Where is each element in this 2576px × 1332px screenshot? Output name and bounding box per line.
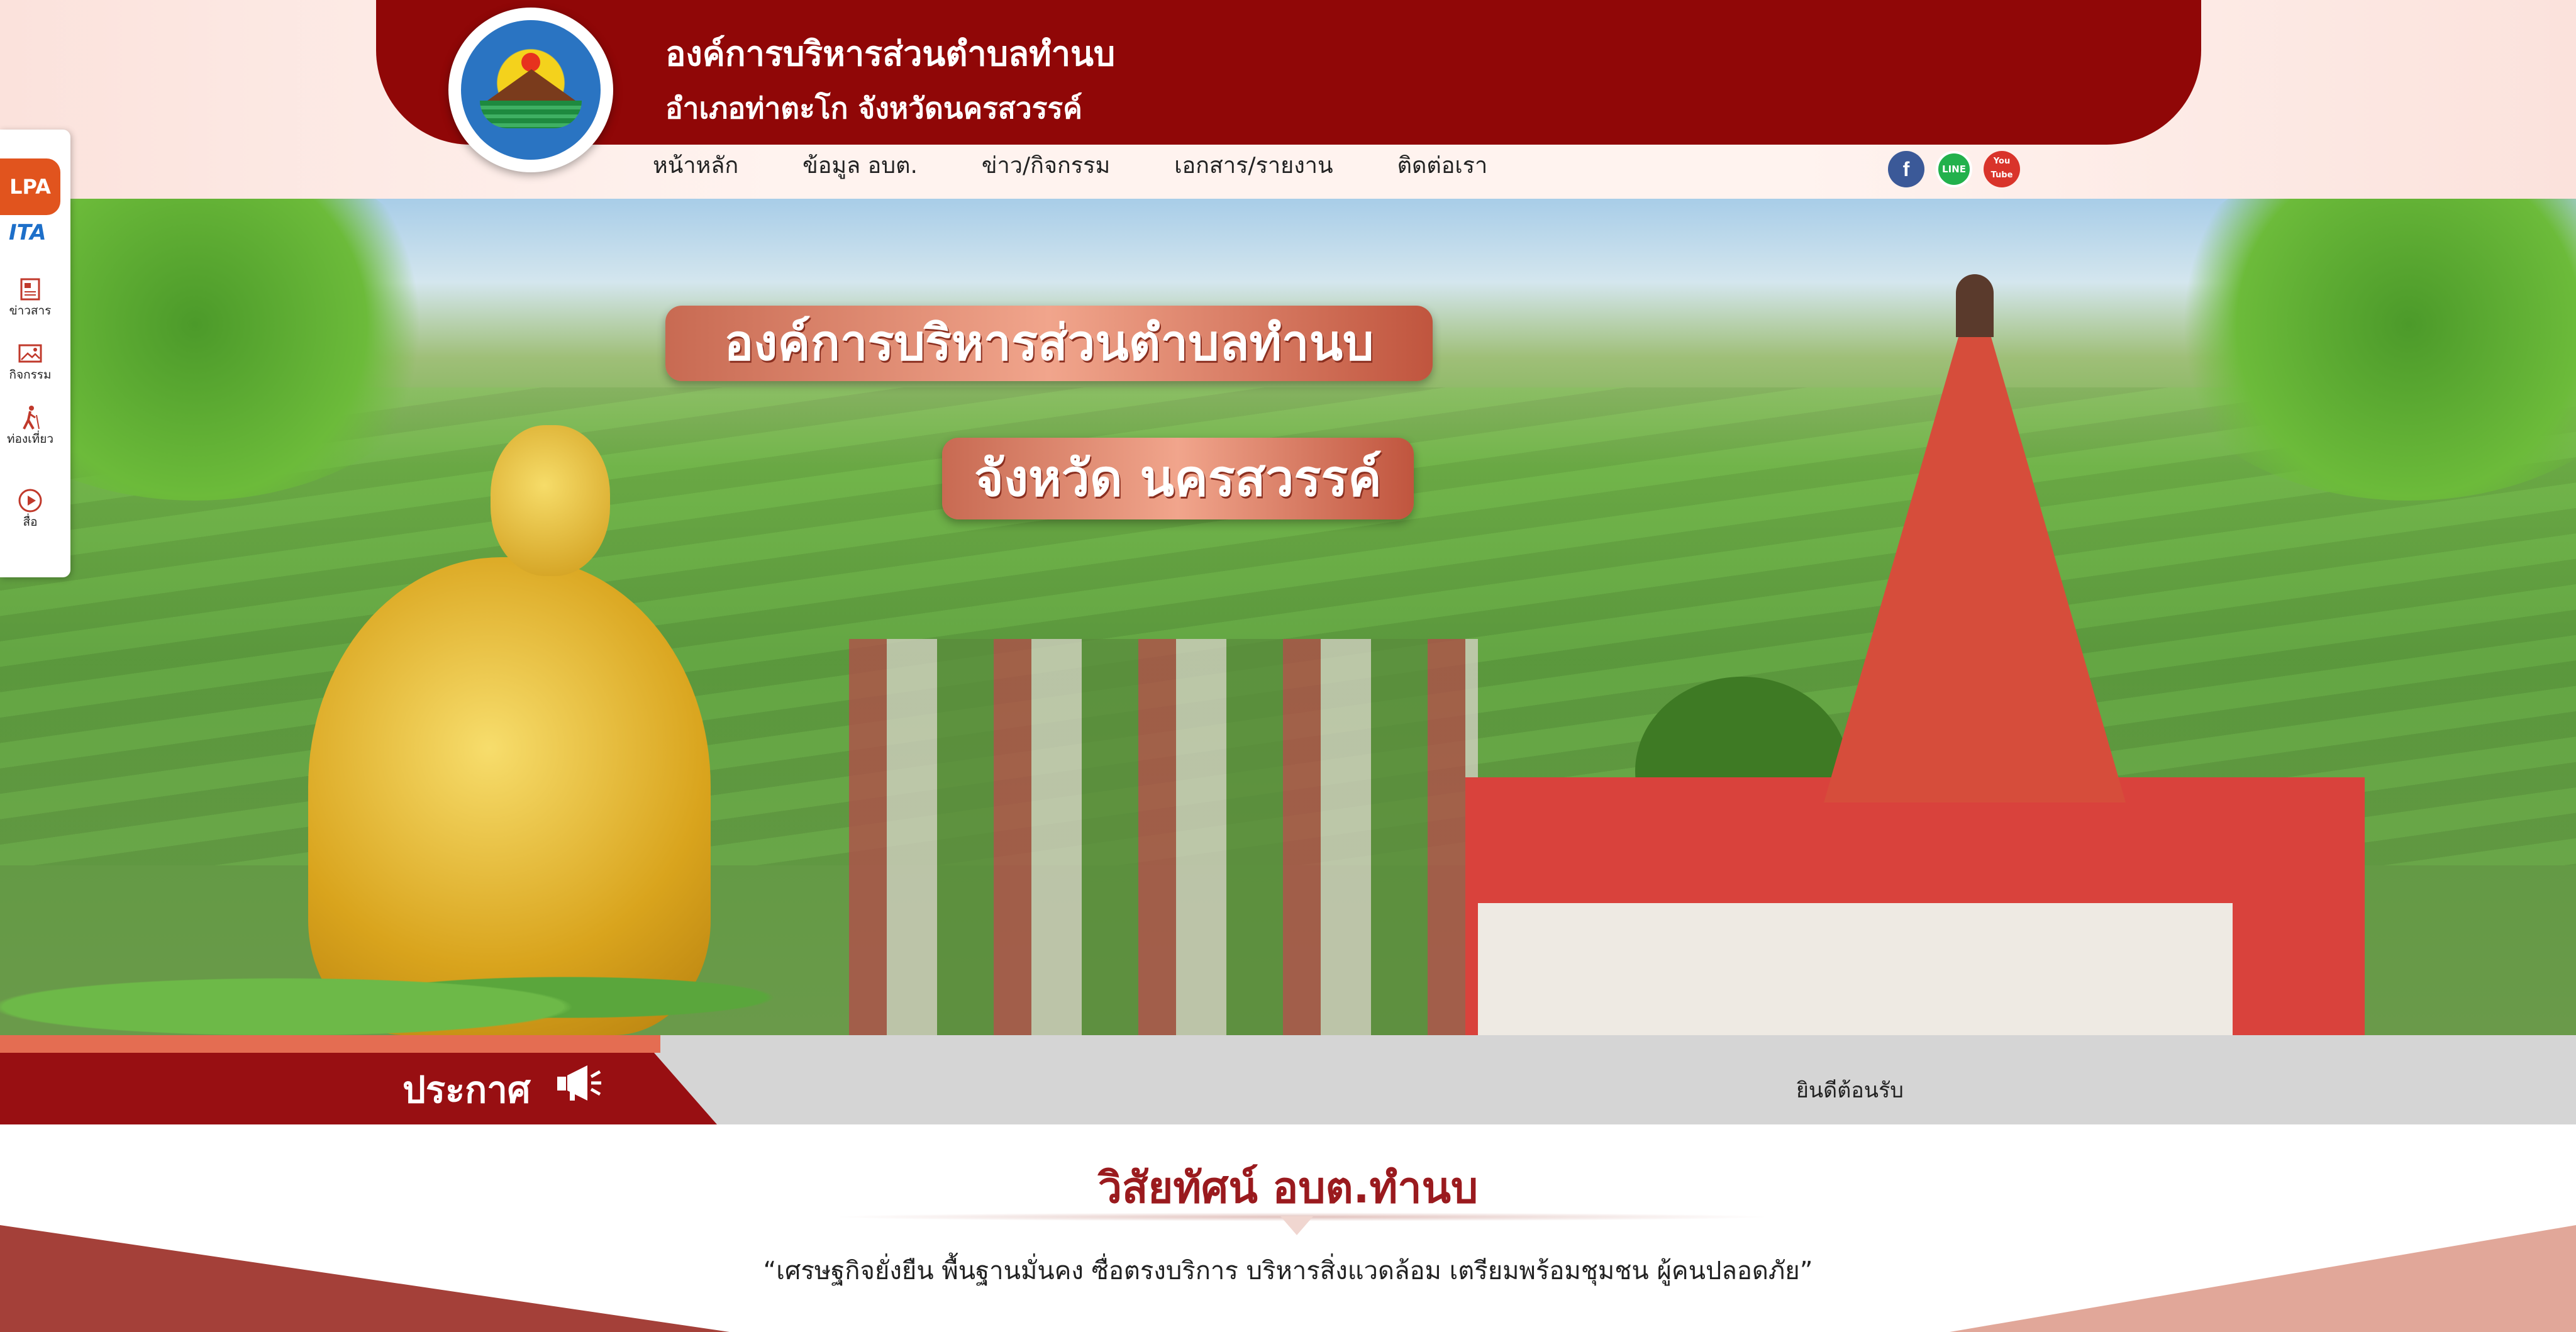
org-location: อำเภอท่าตะโก จังหวัดนครสวรรค์ — [665, 91, 1082, 125]
announcement-marquee[interactable]: ยินดีต้อนรับ — [1796, 1073, 1904, 1107]
announcement-bar: ประกาศ ยินดีต้อนรับ — [0, 1035, 2576, 1124]
golden-statue-head — [491, 425, 610, 576]
nav-contact[interactable]: ติดต่อเรา — [1397, 146, 1488, 186]
nav-news[interactable]: ข่าว/กิจกรรม — [982, 146, 1110, 186]
image-icon — [18, 344, 42, 363]
announcement-label: ประกาศ — [402, 1068, 531, 1111]
megaphone-icon — [557, 1065, 601, 1101]
nav-about[interactable]: ข้อมูล อบต. — [802, 146, 918, 186]
org-seal-icon — [461, 20, 601, 160]
vision-statement: “เศรษฐกิจยั่งยืน พื้นฐานมั่นคง ซื่อตรงบร… — [763, 1257, 1813, 1285]
vision-title: วิสัยทัศน์ อบต.ทำนบ — [1097, 1163, 1479, 1213]
nav-documents[interactable]: เอกสาร/รายงาน — [1174, 146, 1333, 186]
announcement-label-bg — [0, 1053, 717, 1124]
line-icon[interactable]: LINE — [1936, 151, 1972, 187]
sidebar-item-label: ท่องเที่ยว — [6, 432, 54, 446]
temple-spire — [1824, 280, 2126, 802]
sidebar-item-tourism[interactable]: ท่องเที่ยว — [0, 404, 60, 447]
announcement-accent — [0, 1035, 660, 1053]
hero-subtitle-ribbon: จังหวัด นครสวรรค์ — [942, 438, 1414, 519]
ita-button[interactable]: ITA — [9, 220, 47, 245]
hero-banner: องค์การบริหารส่วนตำบลทำนบ จังหวัด นครสวร… — [0, 199, 2576, 1035]
seal-mountain — [487, 69, 575, 101]
quick-links-sidebar: LPA ITA ข่าวสาร กิจกรรม ท่องเที่ยว สื่อ — [0, 130, 70, 577]
hero-village — [849, 639, 1478, 1035]
sidebar-item-label: สื่อ — [23, 515, 38, 529]
main-nav: หน้าหลัก ข้อมูล อบต. ข่าว/กิจกรรม เอกสาร… — [653, 146, 1552, 186]
newspaper-icon — [20, 278, 40, 301]
seal-water — [480, 101, 582, 128]
sidebar-item-news[interactable]: ข่าวสาร — [0, 275, 60, 318]
org-name: องค์การบริหารส่วนตำบลทำนบ — [665, 34, 1116, 74]
org-logo[interactable] — [448, 8, 613, 172]
hero-flowers — [0, 941, 943, 1035]
play-icon — [18, 489, 42, 513]
temple-building — [1478, 903, 2233, 1035]
sidebar-item-label: ข่าวสาร — [9, 304, 52, 318]
header-band — [376, 0, 2201, 145]
youtube-icon[interactable]: You Tube — [1984, 151, 2020, 187]
sidebar-item-media[interactable]: สื่อ — [0, 487, 60, 530]
temple-finial — [1956, 274, 1994, 337]
facebook-icon[interactable]: f — [1888, 151, 1924, 187]
sidebar-item-label: กิจกรรม — [9, 368, 52, 382]
hero-title-ribbon: องค์การบริหารส่วนตำบลทำนบ — [665, 306, 1433, 381]
sidebar-item-activities[interactable]: กิจกรรม — [0, 340, 60, 382]
lpa-button[interactable]: LPA — [0, 158, 60, 215]
nav-home[interactable]: หน้าหลัก — [653, 146, 738, 186]
vision-section: วิสัยทัศน์ อบต.ทำนบ “เศรษฐกิจยั่งยืน พื้… — [0, 1124, 2576, 1332]
hiker-icon — [23, 406, 40, 430]
vision-divider-arrow — [1280, 1216, 1313, 1235]
